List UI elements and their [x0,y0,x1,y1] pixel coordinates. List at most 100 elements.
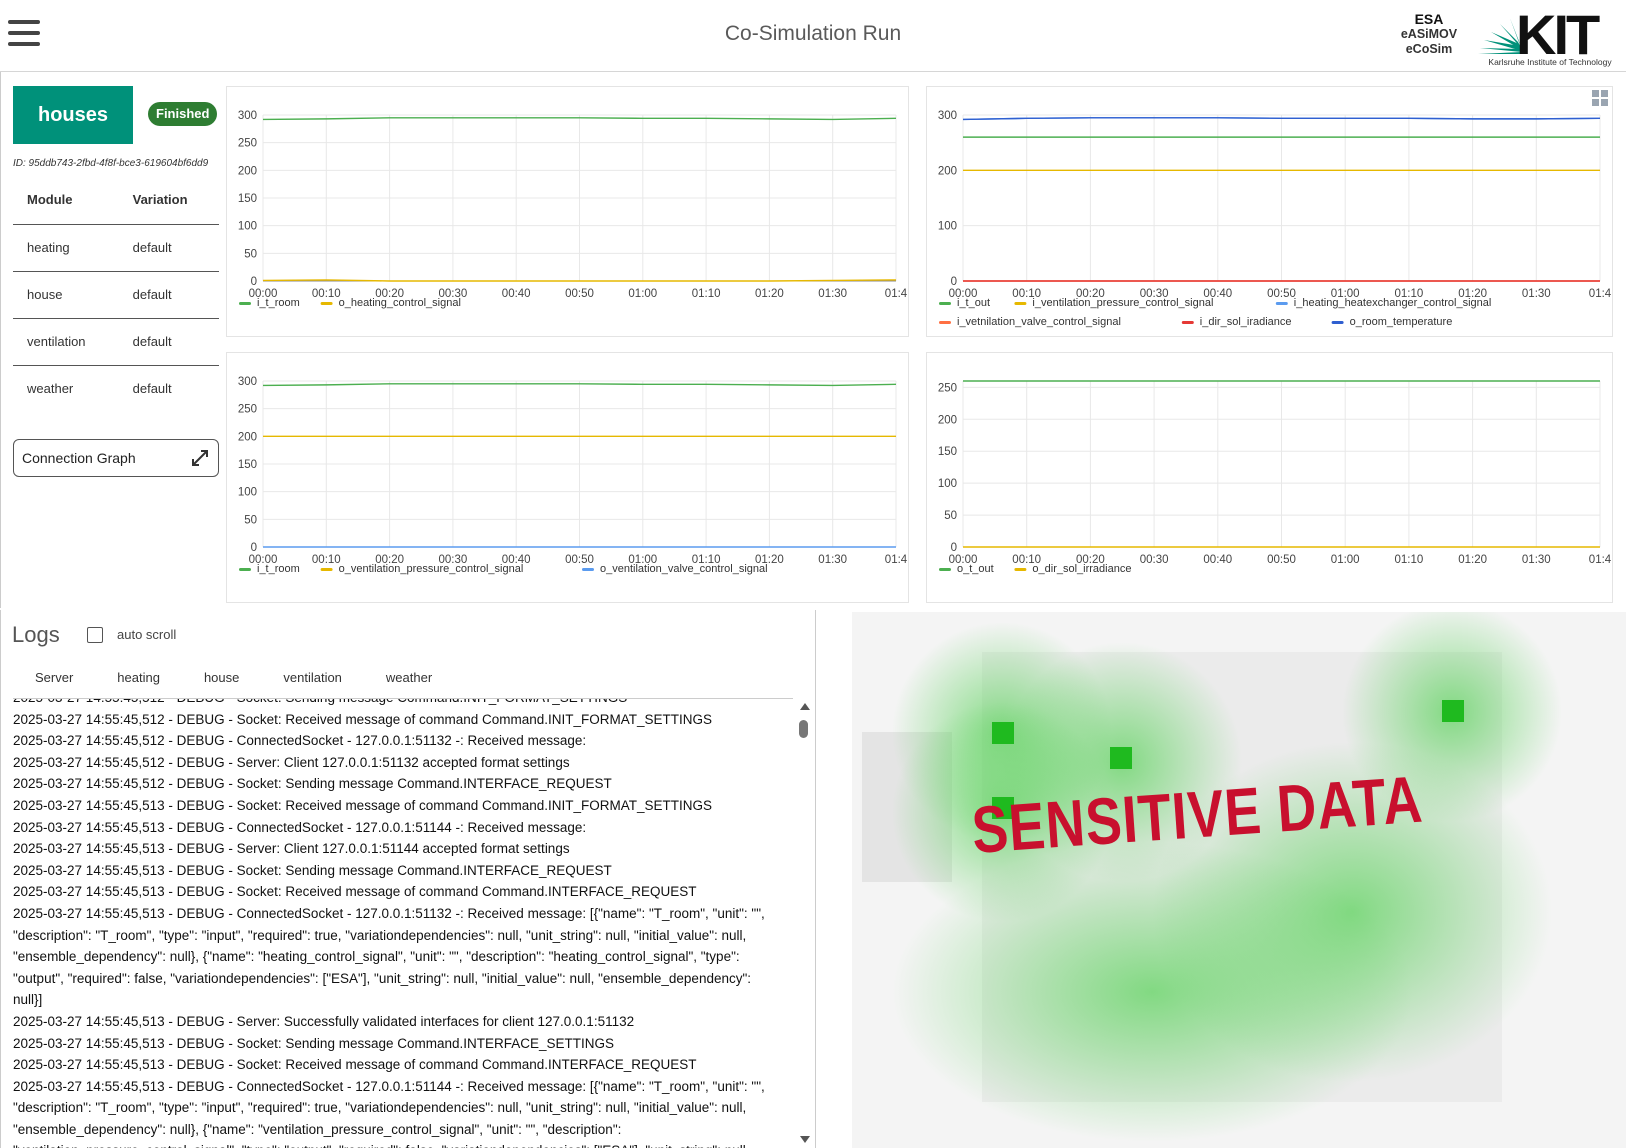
status-badge: Finished [148,102,218,126]
redacted-blur-image [852,612,1626,1148]
run-name: houses [13,86,133,144]
x-tick-label: 00:40 [502,288,531,300]
y-tick-label: 300 [238,110,257,122]
legend-label[interactable]: i_dir_sol_iradiance [1200,316,1292,328]
legend-label[interactable]: o_ventilation_valve_control_signal [600,563,768,575]
y-tick-label: 50 [244,514,257,526]
x-tick-label: 01:4 [885,554,908,566]
legend-label[interactable]: i_heating_heatexchanger_control_signal [1294,297,1492,309]
module-table: Module Variation heating default house def… [13,176,219,412]
connection-graph-label: Connection Graph [22,450,136,466]
y-tick-label: 50 [944,510,957,522]
log-line: 2025-03-27 14:55:45,512 - DEBUG - Socket… [13,699,783,709]
legend-label[interactable]: i_t_room [257,563,300,575]
variation-cell: default [118,224,219,272]
x-tick-label: 01:30 [818,288,847,300]
x-tick-label: 01:20 [755,288,784,300]
y-tick-label: 150 [938,446,957,458]
auto-scroll-label: auto scroll [117,627,177,642]
legend-swatch [939,302,951,305]
legend-label[interactable]: o_dir_sol_irradiance [1032,563,1131,575]
y-tick-label: 50 [244,248,257,260]
legend-swatch [320,568,333,571]
logs-title: Logs [12,622,60,647]
legend-swatch [939,321,951,324]
log-line: 2025-03-27 14:55:45,513 - DEBUG - Socket… [13,797,713,813]
legend-label[interactable]: o_t_out [957,563,994,575]
table-row[interactable]: house default [13,271,219,319]
log-scrollbar[interactable] [797,698,811,1148]
y-tick-label: 250 [238,138,257,150]
y-tick-label: 100 [238,221,257,233]
y-tick-label: 100 [938,478,957,490]
x-tick-label: 01:4 [1589,288,1612,300]
legend-label[interactable]: o_ventilation_pressure_control_signal [339,563,524,575]
module-cell: weather [27,381,74,397]
x-tick-label: 00:50 [565,288,594,300]
layout-icon[interactable] [1591,89,1609,107]
x-tick-label: 01:30 [1522,554,1551,566]
log-output[interactable]: 2025-03-27 14:55:45,512 - DEBUG - Socket… [13,698,793,1148]
x-tick-label: 00:50 [1267,288,1296,300]
x-tick-label: 01:30 [818,554,847,566]
app-header: Co-Simulation Run ESA eASiMOV eCoSim KIT… [0,0,1626,72]
y-tick-label: 200 [238,431,257,443]
log-line: 2025-03-27 14:55:45,512 - DEBUG - Socket… [13,711,713,727]
table-row[interactable]: heating default [13,224,219,272]
tab-house[interactable]: house [182,666,261,696]
legend-label[interactable]: i_ventilation_pressure_control_signal [1032,297,1213,309]
variation-cell: default [118,271,219,319]
y-tick-label: 0 [251,542,257,554]
legend-swatch [1275,302,1288,305]
x-tick-label: 01:30 [1522,288,1551,300]
y-tick-label: 150 [238,459,257,471]
tab-weather[interactable]: weather [364,666,454,696]
legend-swatch [1014,302,1027,305]
x-tick-label: 01:4 [1589,554,1612,566]
y-tick-label: 100 [238,487,257,499]
y-tick-label: 200 [938,414,957,426]
log-line: 2025-03-27 14:55:45,512 - DEBUG - Socket… [13,776,612,792]
legend-swatch [239,302,251,305]
connection-graph-button[interactable]: Connection Graph [13,439,219,477]
log-line: 2025-03-27 14:55:45,513 - DEBUG - Socket… [13,862,612,878]
chart-ventilation: 05010015020025030000:00 00:10 00:20 00:30 00… [238,376,908,575]
legend-label[interactable]: o_heating_control_signal [339,297,461,309]
scroll-down-icon[interactable] [800,1136,810,1143]
tab-ventilation[interactable]: ventilation [261,666,364,696]
y-tick-label: 300 [238,376,257,388]
y-tick-label: 0 [251,276,257,288]
chart-house: 010020030000:00 00:10 00:20 00:30 00:40 00:50… [938,110,1612,328]
tab-server[interactable]: Server [13,666,95,696]
table-row[interactable]: ventilation default [13,318,219,366]
module-cell: ventilation [13,318,119,366]
legend-swatch [939,568,951,571]
y-tick-label: 0 [951,276,957,288]
y-tick-label: 200 [938,165,957,177]
chart-card-heating: 0 50 100 150 200 250 300 00:00 00:10 00:20 00:30 00… [226,86,909,337]
chart-card-ventilation: 0 50 100 150 200 250 300 00:00 00:10 00:20 00:30 00… [226,352,909,603]
variation-cell: default [132,381,172,397]
table-row[interactable]: weather default [13,365,219,412]
legend-label[interactable]: i_vetnilation_valve_control_signal [957,316,1121,328]
legend-swatch [1014,568,1027,571]
expand-icon [192,450,208,466]
esa-logo: ESA eASiMOV eCoSim [1400,11,1458,57]
tab-heating[interactable]: heating [95,666,182,696]
y-tick-label: 0 [951,542,957,554]
module-cell: heating [13,224,119,272]
y-tick-label: 200 [238,165,257,177]
auto-scroll-checkbox[interactable] [87,627,103,643]
legend-swatch [1181,321,1194,324]
legend-label[interactable]: i_t_room [257,297,300,309]
scroll-up-icon[interactable] [800,703,810,710]
x-tick-label: 01:20 [1458,554,1487,566]
legend-label[interactable]: o_room_temperature [1350,316,1453,328]
run-info-panel: houses Finished ID: 95ddb743-2fbd-4f8f-b… [0,72,226,608]
column-header-variation: Variation [118,176,219,225]
legend-label[interactable]: i_t_out [957,297,990,309]
scroll-thumb[interactable] [799,720,808,738]
y-tick-label: 150 [238,193,257,205]
table-header-row: Module Variation [13,176,219,225]
x-tick-label: 01:4 [885,288,908,300]
